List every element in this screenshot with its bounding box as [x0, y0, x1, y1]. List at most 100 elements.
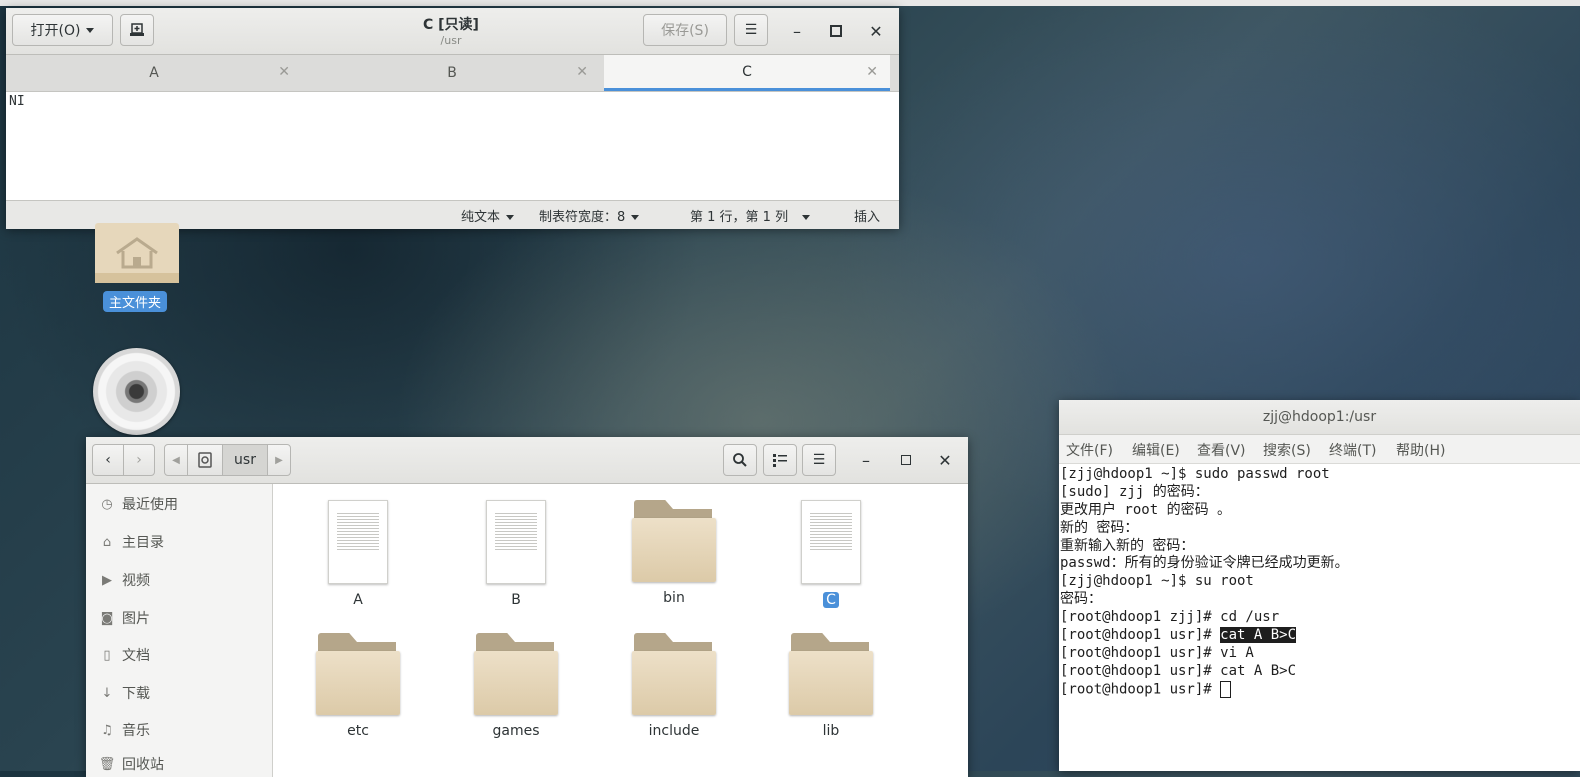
menu-terminal[interactable]: 终端(T): [1329, 440, 1376, 460]
sidebar-item-music[interactable]: ♫ 音乐: [98, 718, 150, 742]
cursor-position-selector[interactable]: 第 1 行，第 1 列: [690, 206, 811, 225]
terminal-output[interactable]: [zjj@hdoop1 ~]$ sudo passwd root [sudo] …: [1060, 466, 1580, 699]
close-button[interactable]: ✕: [931, 446, 959, 474]
tab-b[interactable]: B ✕: [304, 55, 600, 91]
file-item-selected[interactable]: C: [766, 500, 896, 608]
menu-edit[interactable]: 编辑(E): [1132, 440, 1180, 460]
folder-label: lib: [822, 723, 840, 739]
chevron-down-icon: [631, 215, 640, 220]
maximize-button[interactable]: [892, 446, 920, 474]
sidebar-item-trash[interactable]: 🗑 回收站: [98, 752, 164, 776]
maximize-icon: [901, 455, 911, 465]
chevron-down-icon: [802, 215, 811, 220]
tab-width-label: 制表符宽度：8: [539, 210, 626, 225]
sidebar-item-label: 音乐: [122, 723, 150, 739]
editor-content: NI: [9, 94, 25, 109]
folder-item[interactable]: include: [609, 633, 739, 739]
terminal-title: zjj@hdoop1:/usr: [1262, 409, 1377, 425]
close-icon: ✕: [869, 21, 883, 41]
terminal-line: [root@hdoop1 zjj]# cd /usr: [1060, 609, 1280, 626]
text-editor-area[interactable]: NI: [6, 92, 899, 200]
minimize-button[interactable]: –: [852, 446, 880, 474]
forward-button[interactable]: ›: [123, 444, 155, 476]
path-scroll-right-button[interactable]: ▶: [267, 444, 291, 476]
save-button[interactable]: 保存(S): [643, 14, 727, 46]
minimize-icon: –: [793, 21, 801, 41]
path-segment-usr[interactable]: usr: [222, 444, 268, 476]
list-view-button[interactable]: [763, 444, 797, 476]
file-label: A: [353, 592, 363, 608]
tab-width-selector[interactable]: 制表符宽度：8: [539, 206, 640, 225]
new-document-button[interactable]: [120, 14, 154, 46]
folder-label: include: [648, 723, 700, 739]
syntax-label: 纯文本: [461, 210, 501, 225]
terminal-line: 重新输入新的 密码：: [1060, 537, 1195, 554]
text-cursor: [1220, 680, 1232, 698]
file-item[interactable]: A: [293, 500, 423, 608]
window-title: C [只读]: [423, 17, 479, 33]
triangle-right-icon: ▶: [275, 454, 283, 466]
chevron-down-icon: [86, 27, 95, 33]
terminal-line: 密码：: [1060, 591, 1102, 608]
video-icon: ▶: [102, 572, 112, 588]
terminal-line: 新的 密码：: [1060, 519, 1139, 536]
terminal-menubar: 文件(F) 编辑(E) 查看(V) 搜索(S) 终端(T) 帮助(H): [1059, 435, 1580, 464]
menu-view[interactable]: 查看(V): [1197, 440, 1246, 460]
terminal-line: 更改用户 root 的密码 。: [1060, 501, 1232, 518]
file-label: B: [511, 592, 521, 608]
folder-icon: [632, 633, 716, 715]
tab-c[interactable]: C ✕: [604, 55, 890, 91]
folder-item[interactable]: bin: [609, 500, 739, 606]
home-folder-desktop-icon[interactable]: [95, 223, 179, 283]
home-icon: ⌂: [102, 534, 112, 550]
close-icon[interactable]: ✕: [278, 64, 290, 80]
close-icon[interactable]: ✕: [866, 64, 878, 80]
sidebar-item-recent[interactable]: ◷ 最近使用: [98, 492, 178, 516]
folder-icon: [789, 633, 873, 715]
insert-mode-label: 插入: [854, 210, 881, 225]
menu-file[interactable]: 文件(F): [1066, 440, 1113, 460]
sidebar-item-home[interactable]: ⌂ 主目录: [98, 530, 164, 554]
menu-button[interactable]: ☰: [734, 14, 768, 46]
sidebar-item-label: 图片: [122, 611, 150, 627]
chevron-down-icon: [506, 215, 515, 220]
terminal-line: [zjj@hdoop1 ~]$ su root: [1060, 573, 1254, 590]
folder-icon: [474, 633, 558, 715]
sidebar-item-documents[interactable]: ▯ 文档: [98, 643, 150, 667]
close-button[interactable]: ✕: [862, 17, 890, 45]
sidebar-item-label: 回收站: [122, 757, 164, 773]
list-view-icon: [773, 454, 787, 467]
path-scroll-left-button[interactable]: ◀: [164, 444, 188, 476]
folder-item[interactable]: etc: [293, 633, 423, 739]
menu-help[interactable]: 帮助(H): [1396, 440, 1445, 460]
terminal-line: [root@hdoop1 usr]# cat A B>C: [1060, 662, 1297, 679]
terminal-line: [root@hdoop1 usr]# vi A: [1060, 644, 1254, 661]
open-button-label: 打开(O): [30, 23, 81, 39]
tab-a[interactable]: A ✕: [6, 55, 302, 91]
document-tabs: A ✕ B ✕ C ✕: [6, 55, 899, 92]
path-root-button[interactable]: [187, 444, 223, 476]
sidebar-item-pictures[interactable]: ◙ 图片: [98, 606, 150, 630]
syntax-selector[interactable]: 纯文本: [461, 206, 515, 225]
home-folder-icon: [95, 223, 179, 283]
back-button[interactable]: ‹: [92, 444, 124, 476]
folder-item[interactable]: games: [451, 633, 581, 739]
folder-item[interactable]: lib: [766, 633, 896, 739]
file-item[interactable]: B: [451, 500, 581, 608]
minimize-button[interactable]: –: [783, 17, 811, 45]
cd-drive-icon[interactable]: [93, 348, 180, 435]
menu-search[interactable]: 搜索(S): [1263, 440, 1311, 460]
close-icon[interactable]: ✕: [576, 64, 588, 80]
maximize-button[interactable]: [822, 17, 850, 45]
sidebar-item-videos[interactable]: ▶ 视频: [98, 568, 150, 592]
menu-button[interactable]: ☰: [802, 444, 836, 476]
terminal-line: [sudo] zjj 的密码：: [1060, 483, 1209, 500]
home-folder-label[interactable]: 主文件夹: [103, 291, 168, 312]
open-button[interactable]: 打开(O): [12, 14, 113, 46]
search-button[interactable]: [723, 444, 757, 476]
terminal-prompt: [root@hdoop1 usr]#: [1060, 627, 1221, 644]
triangle-left-icon: ◀: [172, 454, 180, 466]
cursor-position-label: 第 1 行，第 1 列: [690, 210, 789, 225]
sidebar-item-downloads[interactable]: ↓ 下载: [98, 681, 150, 705]
hamburger-icon: ☰: [744, 22, 758, 38]
